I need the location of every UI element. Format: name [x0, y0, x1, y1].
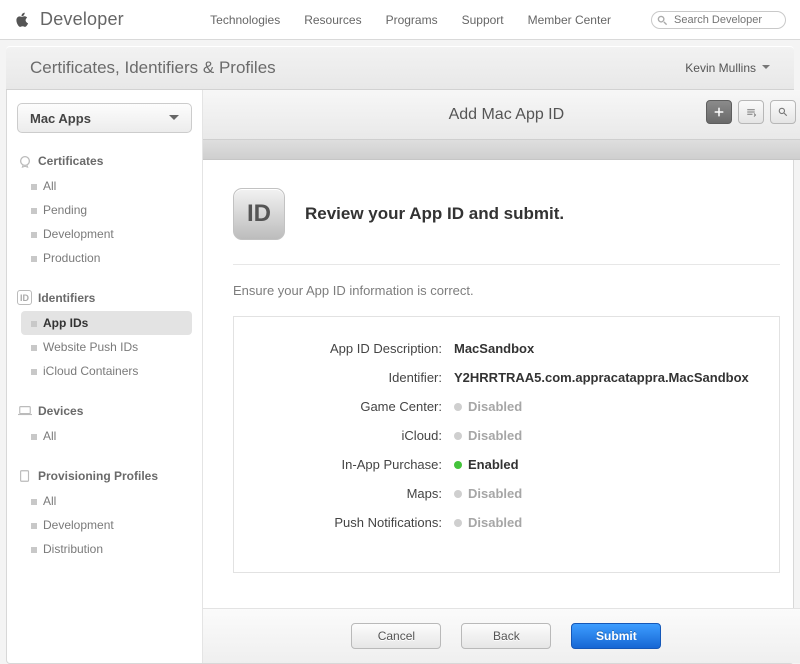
devices-icon — [17, 403, 32, 418]
detail-key: iCloud: — [264, 428, 454, 443]
status-dot-icon — [454, 403, 462, 411]
submit-button[interactable]: Submit — [571, 623, 661, 649]
search-input[interactable] — [651, 11, 786, 29]
search-button[interactable] — [770, 100, 796, 124]
main-header-title: Add Mac App ID — [449, 106, 565, 124]
status-dot-icon — [454, 432, 462, 440]
add-button[interactable] — [706, 100, 732, 124]
sidebar-item-app-ids[interactable]: App IDs — [21, 311, 192, 335]
sidebar-item-prof-distribution[interactable]: Distribution — [21, 537, 192, 561]
nav-link-programs[interactable]: Programs — [386, 13, 438, 27]
sidebar-section-identifiers: ID Identifiers App IDs Website Push IDs … — [17, 290, 192, 383]
app-id-details-box: App ID Description:MacSandboxIdentifier:… — [233, 316, 780, 573]
brand-label: Developer — [40, 9, 124, 30]
sidebar-item-cert-production[interactable]: Production — [21, 246, 192, 270]
review-title: Review your App ID and submit. — [305, 204, 564, 224]
user-menu[interactable]: Kevin Mullins — [685, 61, 770, 75]
nav-link-resources[interactable]: Resources — [304, 13, 361, 27]
sidebar-section-devices: Devices All — [17, 403, 192, 448]
detail-row: Maps:Disabled — [264, 486, 749, 501]
app-id-badge-icon: ID — [233, 188, 285, 240]
sidebar-item-prof-all[interactable]: All — [21, 489, 192, 513]
detail-value: Enabled — [454, 457, 519, 472]
profiles-icon — [17, 468, 32, 483]
chevron-down-icon — [762, 65, 770, 73]
detail-key: Identifier: — [264, 370, 454, 385]
sidebar-section-label: Devices — [38, 404, 83, 418]
certificate-icon — [17, 153, 32, 168]
platform-selector[interactable]: Mac Apps — [17, 103, 192, 133]
sidebar-section-profiles: Provisioning Profiles All Development Di… — [17, 468, 192, 561]
sidebar-section-label: Provisioning Profiles — [38, 469, 158, 483]
detail-row: Game Center:Disabled — [264, 399, 749, 414]
detail-value: Disabled — [454, 486, 522, 501]
nav-link-member-center[interactable]: Member Center — [528, 13, 611, 27]
detail-row: iCloud:Disabled — [264, 428, 749, 443]
section-title: Certificates, Identifiers & Profiles — [30, 58, 276, 78]
sidebar-item-cert-pending[interactable]: Pending — [21, 198, 192, 222]
status-dot-icon — [454, 490, 462, 498]
sidebar-item-devices-all[interactable]: All — [21, 424, 192, 448]
status-dot-icon — [454, 461, 462, 469]
footer-bar: Cancel Back Submit — [203, 608, 800, 663]
sidebar-item-cert-development[interactable]: Development — [21, 222, 192, 246]
content-area: Mac Apps Certificates All Pending Develo… — [6, 90, 794, 664]
detail-key: In-App Purchase: — [264, 457, 454, 472]
top-navbar: Developer Technologies Resources Program… — [0, 0, 800, 40]
detail-value: MacSandbox — [454, 341, 534, 356]
platform-selector-label: Mac Apps — [30, 111, 91, 126]
status-dot-icon — [454, 519, 462, 527]
apple-logo-icon — [14, 12, 30, 28]
detail-value: Disabled — [454, 399, 522, 414]
detail-key: App ID Description: — [264, 341, 454, 356]
detail-row: Push Notifications:Disabled — [264, 515, 749, 530]
sidebar-item-prof-development[interactable]: Development — [21, 513, 192, 537]
user-name: Kevin Mullins — [685, 61, 756, 75]
sidebar: Mac Apps Certificates All Pending Develo… — [7, 90, 202, 663]
main-panel: Add Mac App ID ID Review your App ID and… — [202, 90, 800, 663]
top-nav-links: Technologies Resources Programs Support … — [210, 10, 786, 29]
nav-link-technologies[interactable]: Technologies — [210, 13, 280, 27]
sidebar-section-label: Certificates — [38, 154, 103, 168]
sidebar-item-icloud-containers[interactable]: iCloud Containers — [21, 359, 192, 383]
separator — [233, 264, 780, 265]
detail-key: Maps: — [264, 486, 454, 501]
search-icon — [657, 13, 668, 24]
chevron-down-icon — [169, 115, 179, 125]
detail-row: Identifier:Y2HRRTRAA5.com.appracatappra.… — [264, 370, 749, 385]
back-button[interactable]: Back — [461, 623, 551, 649]
cancel-button[interactable]: Cancel — [351, 623, 441, 649]
section-titlebar: Certificates, Identifiers & Profiles Kev… — [6, 46, 794, 90]
detail-row: App ID Description:MacSandbox — [264, 341, 749, 356]
instruction-text: Ensure your App ID information is correc… — [233, 283, 780, 298]
edit-button[interactable] — [738, 100, 764, 124]
detail-row: In-App Purchase:Enabled — [264, 457, 749, 472]
detail-value: Y2HRRTRAA5.com.appracatappra.MacSandbox — [454, 370, 749, 385]
detail-key: Push Notifications: — [264, 515, 454, 530]
id-icon: ID — [17, 290, 32, 305]
nav-link-support[interactable]: Support — [462, 13, 504, 27]
sidebar-section-certificates: Certificates All Pending Development Pro… — [17, 153, 192, 270]
main-body: ID Review your App ID and submit. Ensure… — [203, 160, 800, 601]
sidebar-item-website-push-ids[interactable]: Website Push IDs — [21, 335, 192, 359]
sidebar-item-cert-all[interactable]: All — [21, 174, 192, 198]
main-subheader-strip — [203, 140, 800, 160]
detail-value: Disabled — [454, 515, 522, 530]
sidebar-section-label: Identifiers — [38, 291, 95, 305]
main-header: Add Mac App ID — [203, 90, 800, 140]
detail-key: Game Center: — [264, 399, 454, 414]
detail-value: Disabled — [454, 428, 522, 443]
